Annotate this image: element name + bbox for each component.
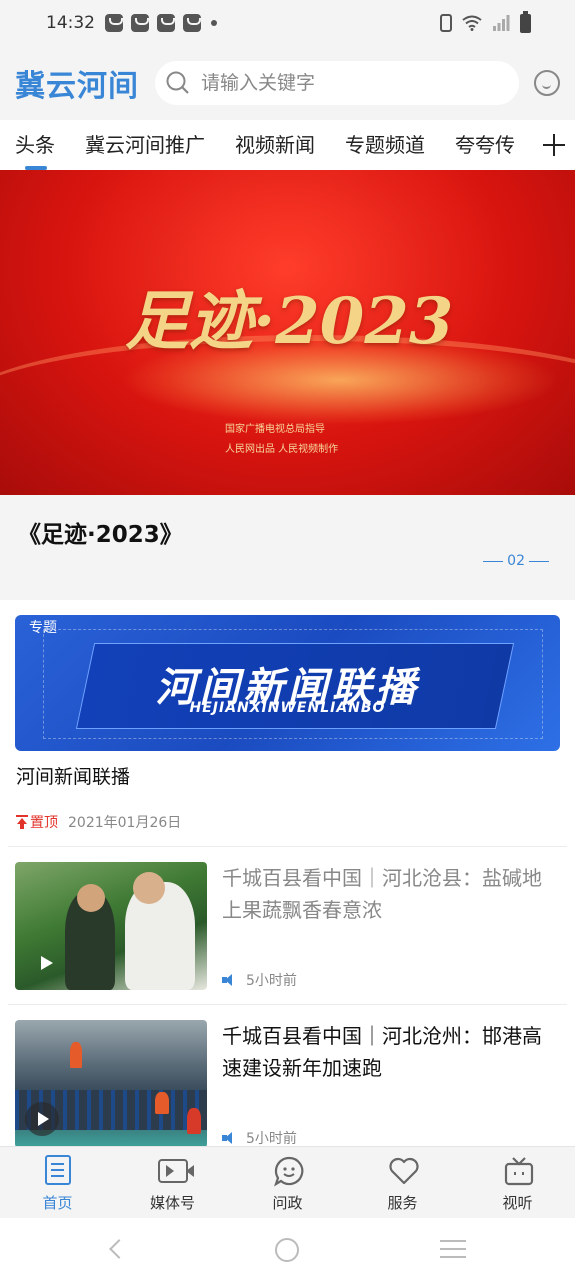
thumbnail-figure xyxy=(187,1108,201,1134)
system-navigation-bar xyxy=(0,1218,575,1280)
news-thumbnail xyxy=(15,1020,207,1148)
news-meta: 5小时前 xyxy=(222,1128,297,1148)
nav-service[interactable]: 服务 xyxy=(345,1147,460,1218)
tab-special-channel[interactable]: 专题频道 xyxy=(345,120,425,170)
banner-subtitle-line2: 人民网出品 人民视频制作 xyxy=(225,444,339,455)
news-title: 千城百县看中国｜河北沧县：盐碱地上果蔬飘香春意浓 xyxy=(222,866,542,922)
banner-caption-area[interactable]: 《足迹·2023》 02 xyxy=(0,495,575,600)
special-item-title[interactable]: 河间新闻联播 xyxy=(16,762,130,789)
pager-line xyxy=(483,560,504,562)
tab-praise[interactable]: 夸夸传 xyxy=(455,120,515,170)
carousel-page-indicator: 02 xyxy=(479,553,553,569)
news-time: 5小时前 xyxy=(246,1131,297,1147)
special-item-date: 2021年01月26日 xyxy=(68,815,182,831)
divider xyxy=(8,846,567,847)
notification-bag-icon xyxy=(105,14,123,32)
pager-number: 02 xyxy=(507,553,525,569)
status-bar: 14:32 xyxy=(0,0,575,46)
pin-top-icon xyxy=(16,815,28,829)
recent-apps-icon[interactable] xyxy=(440,1240,466,1242)
search-icon xyxy=(166,71,189,94)
nav-home-icon-wrap xyxy=(43,1155,73,1187)
carousel-banner[interactable]: 足迹·2023 国家广播电视总局指导 人民网出品 人民视频制作 xyxy=(0,170,575,495)
notification-bag-icon xyxy=(131,14,149,32)
banner-title: 足迹·2023 xyxy=(125,284,454,359)
thumbnail-figure xyxy=(77,884,105,912)
user-avatar-icon[interactable] xyxy=(534,70,560,96)
tab-headlines[interactable]: 头条 xyxy=(15,120,55,170)
notification-bag-icon xyxy=(183,14,201,32)
divider xyxy=(8,1004,567,1005)
banner-caption: 《足迹·2023》 xyxy=(18,522,183,548)
news-item[interactable]: 千城百县看中国｜河北沧县：盐碱地上果蔬飘香春意浓 5小时前 xyxy=(15,862,560,990)
thumbnail-play-icon xyxy=(41,956,53,970)
vibrate-icon xyxy=(440,14,452,32)
news-meta: 5小时前 xyxy=(222,970,297,990)
special-tag: 专题 xyxy=(29,620,57,636)
nav-home[interactable]: 首页 xyxy=(0,1147,115,1218)
audio-speaker-icon[interactable] xyxy=(222,974,236,986)
audio-speaker-icon[interactable] xyxy=(222,1132,236,1144)
tab-video-news[interactable]: 视频新闻 xyxy=(235,120,315,170)
nav-inquiry[interactable]: 问政 xyxy=(230,1147,345,1218)
special-card-pinyin: HEJIANXINWENLIANBO xyxy=(189,700,386,716)
home-circle-icon[interactable] xyxy=(275,1238,299,1262)
pinned-label: 置顶 xyxy=(30,815,58,831)
nav-home-label: 首页 xyxy=(42,1194,73,1212)
nav-inquiry-icon-wrap xyxy=(273,1155,303,1187)
search-bar[interactable] xyxy=(155,61,519,105)
pinned-badge: 置顶 xyxy=(16,812,58,832)
wifi-icon xyxy=(462,15,482,31)
nav-media-label: 媒体号 xyxy=(149,1194,195,1212)
home-doc-icon xyxy=(44,1155,71,1185)
bottom-navigation: 首页 媒体号 问政 服务 视听 xyxy=(0,1146,575,1218)
heart-icon xyxy=(388,1157,419,1185)
thumbnail-figure xyxy=(133,872,165,904)
nav-audiovisual-label: 视听 xyxy=(502,1194,533,1212)
news-time: 5小时前 xyxy=(246,973,297,989)
video-camera-icon xyxy=(157,1159,194,1183)
thumbnail-figure xyxy=(155,1092,169,1114)
app-header: 冀云河间 xyxy=(0,46,575,120)
pager-line xyxy=(529,560,549,562)
nav-inquiry-label: 问政 xyxy=(272,1194,303,1212)
news-title: 千城百县看中国｜河北沧州：邯港高速建设新年加速跑 xyxy=(222,1024,542,1080)
more-notifications-dot-icon xyxy=(211,20,217,26)
video-play-icon[interactable] xyxy=(25,1102,59,1136)
special-item-meta: 置顶 2021年01月26日 xyxy=(16,812,181,832)
signal-icon xyxy=(493,15,510,31)
chat-bubble-icon xyxy=(273,1156,303,1187)
news-item[interactable]: 千城百县看中国｜河北沧州：邯港高速建设新年加速跑 5小时前 xyxy=(15,1020,560,1148)
tab-promotion[interactable]: 冀云河间推广 xyxy=(85,120,205,170)
news-thumbnail xyxy=(15,862,207,990)
special-topic-card[interactable]: 专题 河间新闻联播 HEJIANXINWENLIANBO xyxy=(15,615,560,751)
battery-icon xyxy=(520,10,531,33)
channel-tabs: 头条 冀云河间推广 视频新闻 专题频道 夸夸传 xyxy=(0,120,575,170)
add-channel-icon[interactable] xyxy=(541,132,567,158)
nav-service-icon-wrap xyxy=(388,1155,419,1187)
notification-bag-icon xyxy=(157,14,175,32)
nav-audiovisual[interactable]: 视听 xyxy=(460,1147,575,1218)
app-logo: 冀云河间 xyxy=(15,69,139,104)
nav-service-label: 服务 xyxy=(387,1194,418,1212)
back-icon[interactable] xyxy=(109,1239,129,1259)
banner-subtitle: 国家广播电视总局指导 人民网出品 人民视频制作 xyxy=(225,420,338,460)
banner-subtitle-line1: 国家广播电视总局指导 xyxy=(225,424,325,435)
tv-icon xyxy=(504,1157,533,1186)
nav-media-icon-wrap xyxy=(157,1155,194,1187)
news-feed: 专题 河间新闻联播 HEJIANXINWENLIANBO 河间新闻联播 置顶 2… xyxy=(0,600,575,1148)
nav-audiovisual-icon-wrap xyxy=(503,1155,533,1187)
thumbnail-figure xyxy=(70,1042,82,1068)
search-input[interactable] xyxy=(201,72,501,94)
status-time: 14:32 xyxy=(46,13,95,33)
nav-media[interactable]: 媒体号 xyxy=(115,1147,230,1218)
